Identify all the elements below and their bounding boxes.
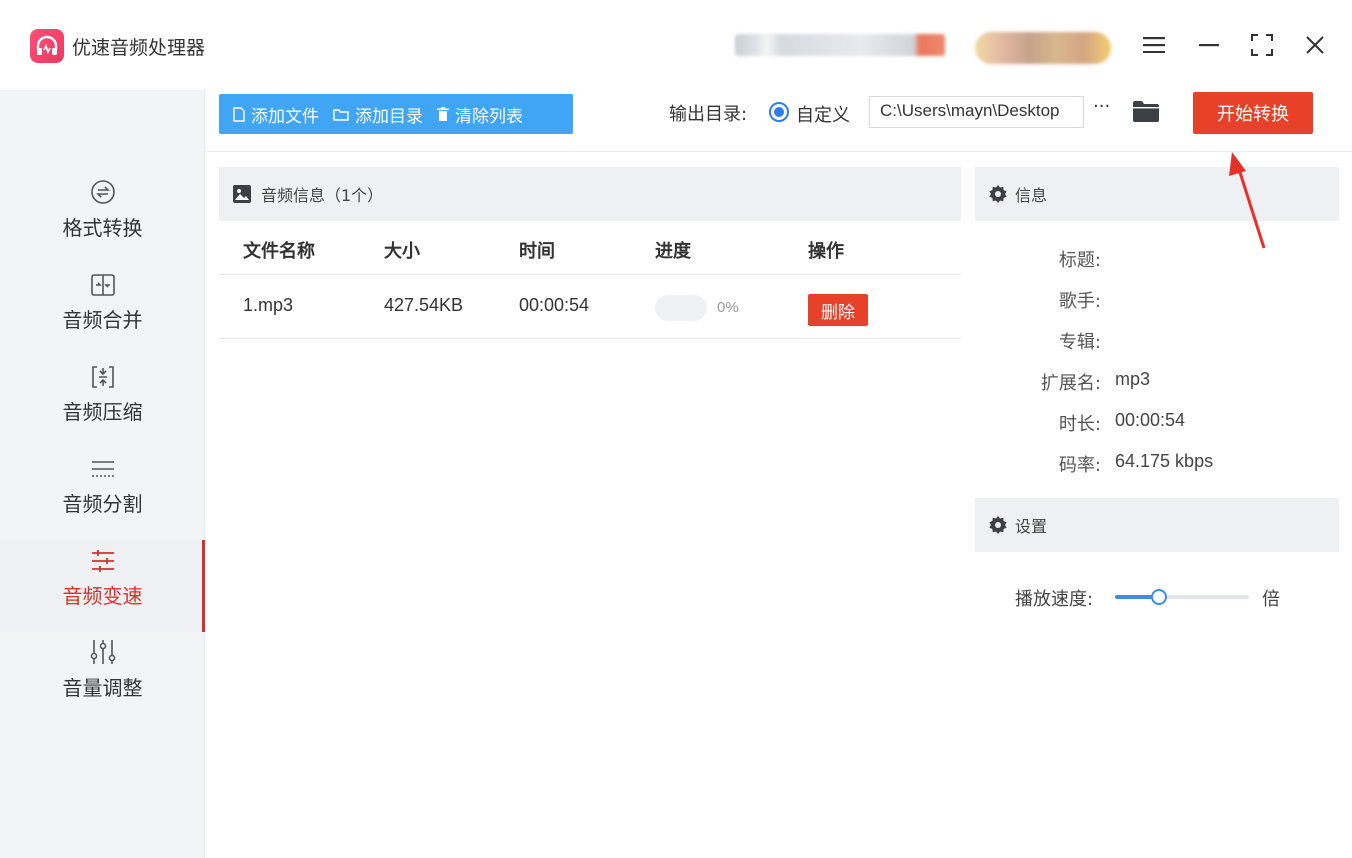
vip-badge-blurred[interactable] (975, 32, 1111, 64)
table-header: 文件名称 大小 时间 进度 操作 (219, 221, 961, 275)
settings-header: 设置 (975, 498, 1339, 552)
speed-slider[interactable] (1115, 589, 1249, 605)
info-key: 扩展名: (1040, 373, 1101, 394)
custom-output-label: 自定义 (796, 105, 850, 126)
minimize-icon[interactable] (1192, 28, 1226, 62)
output-path-field[interactable]: C:\Users\mayn\Desktop (869, 96, 1084, 128)
merge-icon (90, 264, 116, 298)
file-list-panel: 音频信息（1个） 文件名称 大小 时间 进度 操作 1.mp3 427.54KB… (219, 167, 961, 858)
speed-icon (90, 540, 116, 574)
folder-icon (333, 108, 349, 121)
sidebar-item-audio-merge[interactable]: 音频合并 (0, 264, 205, 356)
sidebar-item-format-convert[interactable]: 格式转换 (0, 172, 205, 264)
title-bar: 优速音频处理器 (0, 0, 1352, 90)
sidebar-item-label: 格式转换 (62, 216, 143, 240)
info-row-extension: 扩展名: mp3 (975, 361, 1339, 402)
column-progress: 进度 (655, 241, 691, 262)
custom-output-radio[interactable] (769, 102, 789, 122)
add-directory-label: 添加目录 (355, 106, 423, 127)
settings-title: 设置 (1015, 517, 1048, 536)
close-icon[interactable] (1298, 28, 1332, 62)
compress-icon (90, 356, 116, 390)
speed-slider-thumb[interactable] (1151, 589, 1168, 605)
gear-icon (989, 185, 1007, 203)
table-row[interactable]: 1.mp3 427.54KB 00:00:54 0% 删除 (219, 275, 961, 339)
app-title: 优速音频处理器 (72, 37, 206, 59)
file-list-header: 音频信息（1个） (219, 167, 961, 221)
sidebar-item-volume-adjust[interactable]: 音量调整 (0, 632, 205, 724)
sidebar-item-label: 音频变速 (62, 584, 143, 608)
more-button[interactable]: ··· (1093, 96, 1110, 117)
file-name: 1.mp3 (243, 295, 294, 315)
output-directory-label: 输出目录: (669, 104, 748, 125)
info-key: 歌手: (1058, 291, 1101, 312)
file-button-group: 添加文件 添加目录 清除列表 (219, 94, 573, 134)
info-key: 专辑: (1058, 332, 1101, 353)
start-convert-button[interactable]: 开始转换 (1193, 92, 1313, 134)
sidebar: 格式转换 音频合并 音频压缩 音频分割 音频变速 音量调整 (0, 90, 205, 858)
info-header: 信息 (975, 167, 1339, 221)
clear-list-label: 清除列表 (455, 106, 523, 127)
split-icon (90, 448, 116, 482)
info-key: 码率: (1058, 455, 1101, 476)
progress-text: 0% (717, 299, 739, 316)
active-indicator (202, 540, 205, 632)
info-panel: 信息 标题: 歌手: 专辑: 扩展名: mp3 时长: 00:00:54 码率:… (975, 167, 1339, 858)
speed-unit: 倍 (1262, 589, 1280, 610)
info-row-album: 专辑: (975, 320, 1339, 361)
column-name: 文件名称 (243, 241, 315, 262)
open-folder-icon[interactable] (1133, 100, 1159, 126)
trash-icon (437, 107, 449, 121)
account-info-blurred (735, 34, 945, 56)
info-value: 00:00:54 (1115, 410, 1186, 430)
clear-list-button[interactable]: 清除列表 (437, 102, 523, 127)
add-directory-button[interactable]: 添加目录 (333, 102, 423, 127)
sidebar-item-label: 音频分割 (62, 492, 143, 516)
info-key: 时长: (1058, 414, 1101, 435)
gear-icon (989, 516, 1007, 534)
file-list-title: 音频信息（1个） (261, 186, 384, 205)
maximize-icon[interactable] (1245, 28, 1279, 62)
column-size: 大小 (384, 241, 420, 262)
info-title: 信息 (1015, 186, 1048, 205)
sidebar-item-audio-speed[interactable]: 音频变速 (0, 540, 205, 632)
sidebar-item-label: 音量调整 (62, 676, 143, 700)
info-row-title: 标题: (975, 238, 1339, 279)
sidebar-item-audio-split[interactable]: 音频分割 (0, 448, 205, 540)
menu-icon[interactable] (1137, 28, 1171, 62)
file-duration: 00:00:54 (519, 295, 590, 315)
toolbar: 添加文件 添加目录 清除列表 输出目录: 自定义 C:\Users\mayn\D… (205, 90, 1352, 152)
file-size: 427.54KB (384, 295, 464, 315)
sidebar-item-label: 音频合并 (62, 308, 143, 332)
file-icon (233, 106, 245, 122)
column-action: 操作 (808, 241, 844, 262)
column-time: 时间 (519, 241, 555, 262)
volume-icon (89, 632, 117, 666)
convert-icon (89, 172, 117, 206)
info-key: 标题: (1058, 250, 1101, 271)
info-row-duration: 时长: 00:00:54 (975, 402, 1339, 443)
sidebar-item-audio-compress[interactable]: 音频压缩 (0, 356, 205, 448)
info-value: mp3 (1115, 369, 1151, 389)
headphones-icon (30, 29, 64, 63)
info-row-bitrate: 码率: 64.175 kbps (975, 443, 1339, 484)
image-icon (233, 185, 251, 203)
progress-bar (655, 295, 707, 321)
delete-button[interactable]: 删除 (808, 294, 868, 326)
speed-label: 播放速度: (1015, 589, 1094, 610)
add-file-button[interactable]: 添加文件 (233, 102, 319, 127)
sidebar-item-label: 音频压缩 (62, 400, 143, 424)
info-row-artist: 歌手: (975, 279, 1339, 320)
add-file-label: 添加文件 (251, 106, 319, 127)
info-value: 64.175 kbps (1115, 451, 1214, 471)
